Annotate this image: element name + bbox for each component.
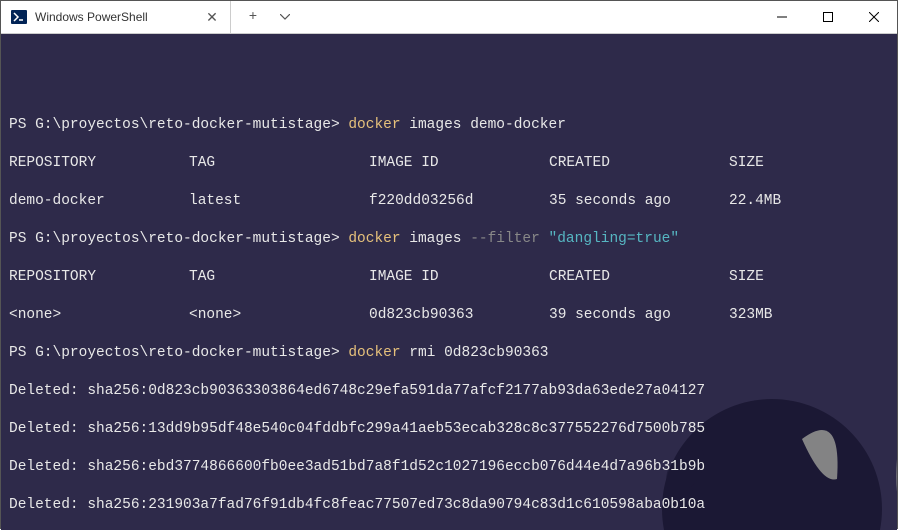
cmd-docker: docker (348, 117, 400, 133)
tab-powershell[interactable]: Windows PowerShell ✕ (1, 1, 231, 33)
cmd-args: rmi 0d823cb90363 (401, 345, 549, 361)
td-id: f220dd03256d (369, 192, 549, 211)
th-tag: TAG (189, 268, 369, 287)
powershell-icon (11, 9, 27, 25)
minimize-button[interactable] (759, 1, 805, 33)
tab-close-button[interactable]: ✕ (204, 9, 220, 25)
cmd-filter: --filter (470, 231, 548, 247)
th-repo: REPOSITORY (9, 268, 189, 287)
deleted-line: Deleted: sha256:13dd9b95df48e540c04fddbf… (9, 420, 889, 439)
td-size: 323MB (729, 307, 773, 323)
th-repo: REPOSITORY (9, 154, 189, 173)
cmd-docker: docker (348, 231, 400, 247)
prompt: PS G:\proyectos\reto-docker-mutistage> (9, 345, 340, 361)
th-id: IMAGE ID (369, 154, 549, 173)
tab-controls: + (231, 1, 307, 33)
th-id: IMAGE ID (369, 268, 549, 287)
tab-dropdown-button[interactable] (271, 3, 299, 31)
th-size: SIZE (729, 269, 764, 285)
deleted-line: Deleted: sha256:0d823cb90363303864ed6748… (9, 382, 889, 401)
cmd-filter-arg: "dangling=true" (549, 231, 680, 247)
td-created: 39 seconds ago (549, 306, 729, 325)
prompt: PS G:\proyectos\reto-docker-mutistage> (9, 117, 340, 133)
window-controls (759, 1, 897, 33)
tab-title: Windows PowerShell (35, 10, 196, 24)
td-repo: demo-docker (9, 192, 189, 211)
th-size: SIZE (729, 155, 764, 171)
td-size: 22.4MB (729, 193, 781, 209)
close-button[interactable] (851, 1, 897, 33)
prompt: PS G:\proyectos\reto-docker-mutistage> (9, 231, 340, 247)
titlebar-drag-region[interactable] (307, 1, 759, 33)
new-tab-button[interactable]: + (239, 3, 267, 31)
th-tag: TAG (189, 154, 369, 173)
td-id: 0d823cb90363 (369, 306, 549, 325)
td-tag: <none> (189, 306, 369, 325)
td-created: 35 seconds ago (549, 192, 729, 211)
cmd-images: images (401, 231, 471, 247)
cmd-docker: docker (348, 345, 400, 361)
terminal-area[interactable]: PS G:\proyectos\reto-docker-mutistage> d… (1, 34, 897, 530)
window-titlebar: Windows PowerShell ✕ + (1, 1, 897, 34)
terminal-output: PS G:\proyectos\reto-docker-mutistage> d… (9, 97, 889, 530)
deleted-line: Deleted: sha256:231903a7fad76f91db4fc8fe… (9, 496, 889, 515)
td-repo: <none> (9, 306, 189, 325)
deleted-line: Deleted: sha256:ebd3774866600fb0ee3ad51b… (9, 458, 889, 477)
cmd-args: images demo-docker (401, 117, 566, 133)
th-created: CREATED (549, 154, 729, 173)
maximize-button[interactable] (805, 1, 851, 33)
td-tag: latest (189, 192, 369, 211)
th-created: CREATED (549, 268, 729, 287)
